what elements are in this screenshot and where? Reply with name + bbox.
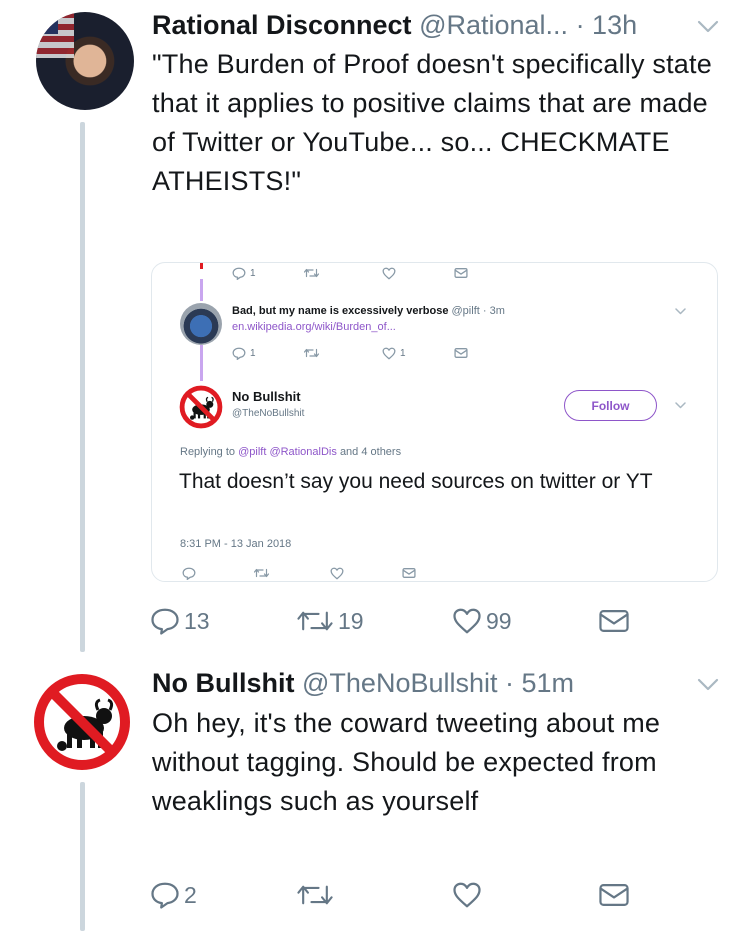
replying-to-label: Replying to (180, 446, 236, 458)
embed-avatar-pilft[interactable] (180, 303, 222, 345)
retweet-icon[interactable] (304, 267, 319, 279)
retweet-icon (297, 611, 333, 631)
dm-icon (599, 610, 629, 632)
tweet1-retweet-button[interactable]: 19 (296, 604, 364, 638)
retweet-icon[interactable] (254, 567, 269, 579)
tweet1-author-name[interactable]: Rational Disconnect (152, 10, 412, 40)
tweet1-like-count: 99 (486, 607, 512, 634)
dm-icon[interactable] (454, 267, 468, 279)
tweet1-dm-button[interactable] (598, 604, 630, 638)
embed-reply-like-count: 1 (400, 347, 406, 359)
reply-icon[interactable] (182, 567, 196, 580)
embed-reply-reply[interactable]: 1 (232, 347, 256, 360)
tweet2-reply-count: 2 (184, 881, 197, 908)
replying-to-others[interactable]: and 4 others (340, 446, 401, 458)
like-icon[interactable] (382, 267, 396, 280)
embed-main-timestamp[interactable]: 8:31 PM - 13 Jan 2018 (180, 538, 291, 550)
embedded-tweet-screenshot[interactable]: 1 Bad, but my name is excessively verbos… (151, 262, 718, 582)
no-sign-bull-icon[interactable] (179, 385, 223, 429)
tweet2-actions: 2 (150, 878, 650, 912)
embed-reply-like[interactable]: 1 (382, 347, 406, 360)
embed-top-reply[interactable]: 1 (232, 267, 256, 280)
tweet1-timestamp[interactable]: · 13h (576, 10, 638, 40)
reply-icon (151, 608, 179, 635)
like-icon (453, 608, 481, 634)
tweet1-reply-button[interactable]: 13 (150, 604, 210, 638)
reply-icon (151, 882, 179, 909)
tweet2-dm-button[interactable] (598, 878, 630, 912)
tweet2-author-handle[interactable]: @TheNoBullshit (302, 668, 498, 698)
chevron-down-icon[interactable] (675, 402, 686, 409)
dm-icon[interactable] (402, 567, 416, 579)
embed-top-actions: 1 (232, 265, 552, 281)
replying-to-mentions[interactable]: @pilft @RationalDis (238, 446, 337, 458)
embed-reply-author-name[interactable]: Bad, but my name is excessively verbose (232, 305, 448, 317)
chevron-down-icon[interactable] (697, 678, 719, 692)
embed-thread-line-purple-2 (200, 345, 203, 381)
embed-main-actions (182, 565, 502, 581)
tweet1-actions: 13 19 99 (150, 604, 650, 638)
embed-thread-line-purple-1 (200, 279, 203, 301)
tweet2-reply-button[interactable]: 2 (150, 878, 197, 912)
embed-reply-actions: 1 1 (232, 345, 552, 361)
like-icon (453, 882, 481, 908)
no-sign-bull-icon[interactable] (32, 672, 132, 772)
tweet1-retweet-count: 19 (338, 607, 364, 634)
dm-icon (599, 884, 629, 906)
tweet1-header: Rational Disconnect @Rational... · 13h (152, 8, 637, 42)
embed-main-text: That doesn’t say you need sources on twi… (179, 470, 653, 493)
retweet-icon[interactable] (304, 347, 319, 359)
embed-replying-to: Replying to @pilft @RationalDis and 4 ot… (180, 446, 401, 458)
like-icon (382, 347, 396, 359)
dm-icon[interactable] (454, 347, 468, 359)
tweet2-text: Oh hey, it's the coward tweeting about m… (152, 708, 661, 816)
tweet1-like-button[interactable]: 99 (452, 604, 512, 638)
embed-reply-reply-count: 1 (250, 347, 256, 359)
embed-main-author-name[interactable]: No Bullshit (232, 389, 301, 404)
tweet2-timestamp[interactable]: · 51m (505, 668, 574, 698)
tweet2-retweet-button[interactable] (296, 878, 334, 912)
tweet2-like-button[interactable] (452, 878, 482, 912)
embed-main-author-handle[interactable]: @TheNoBullshit (232, 408, 304, 419)
tweet1-text: "The Burden of Proof doesn't specificall… (152, 49, 712, 196)
tweet1-reply-count: 13 (184, 607, 210, 634)
avatar-rational-disconnect[interactable] (36, 12, 134, 110)
retweet-icon (297, 885, 333, 905)
thread-line-top (80, 122, 85, 652)
chevron-down-icon[interactable] (675, 308, 686, 315)
embed-reply-author-handle[interactable]: @pilft (452, 305, 480, 317)
embed-top-reply-count: 1 (250, 267, 256, 279)
embed-reply-time[interactable]: · 3m (483, 305, 505, 317)
follow-button[interactable]: Follow (564, 390, 657, 421)
thread-line-bottom (80, 782, 85, 931)
embed-thread-line-red (200, 263, 203, 269)
chevron-down-icon[interactable] (697, 20, 719, 34)
embed-reply-link[interactable]: en.wikipedia.org/wiki/Burden_of... (232, 321, 396, 333)
embed-reply-header: Bad, but my name is excessively verbose … (232, 305, 505, 317)
tweet1-author-handle[interactable]: @Rational... (419, 10, 568, 40)
like-icon[interactable] (330, 567, 344, 580)
reply-icon (232, 267, 246, 280)
tweet2-header: No Bullshit @TheNoBullshit · 51m (152, 666, 574, 700)
reply-icon (232, 347, 246, 360)
tweet2-author-name[interactable]: No Bullshit (152, 668, 295, 698)
